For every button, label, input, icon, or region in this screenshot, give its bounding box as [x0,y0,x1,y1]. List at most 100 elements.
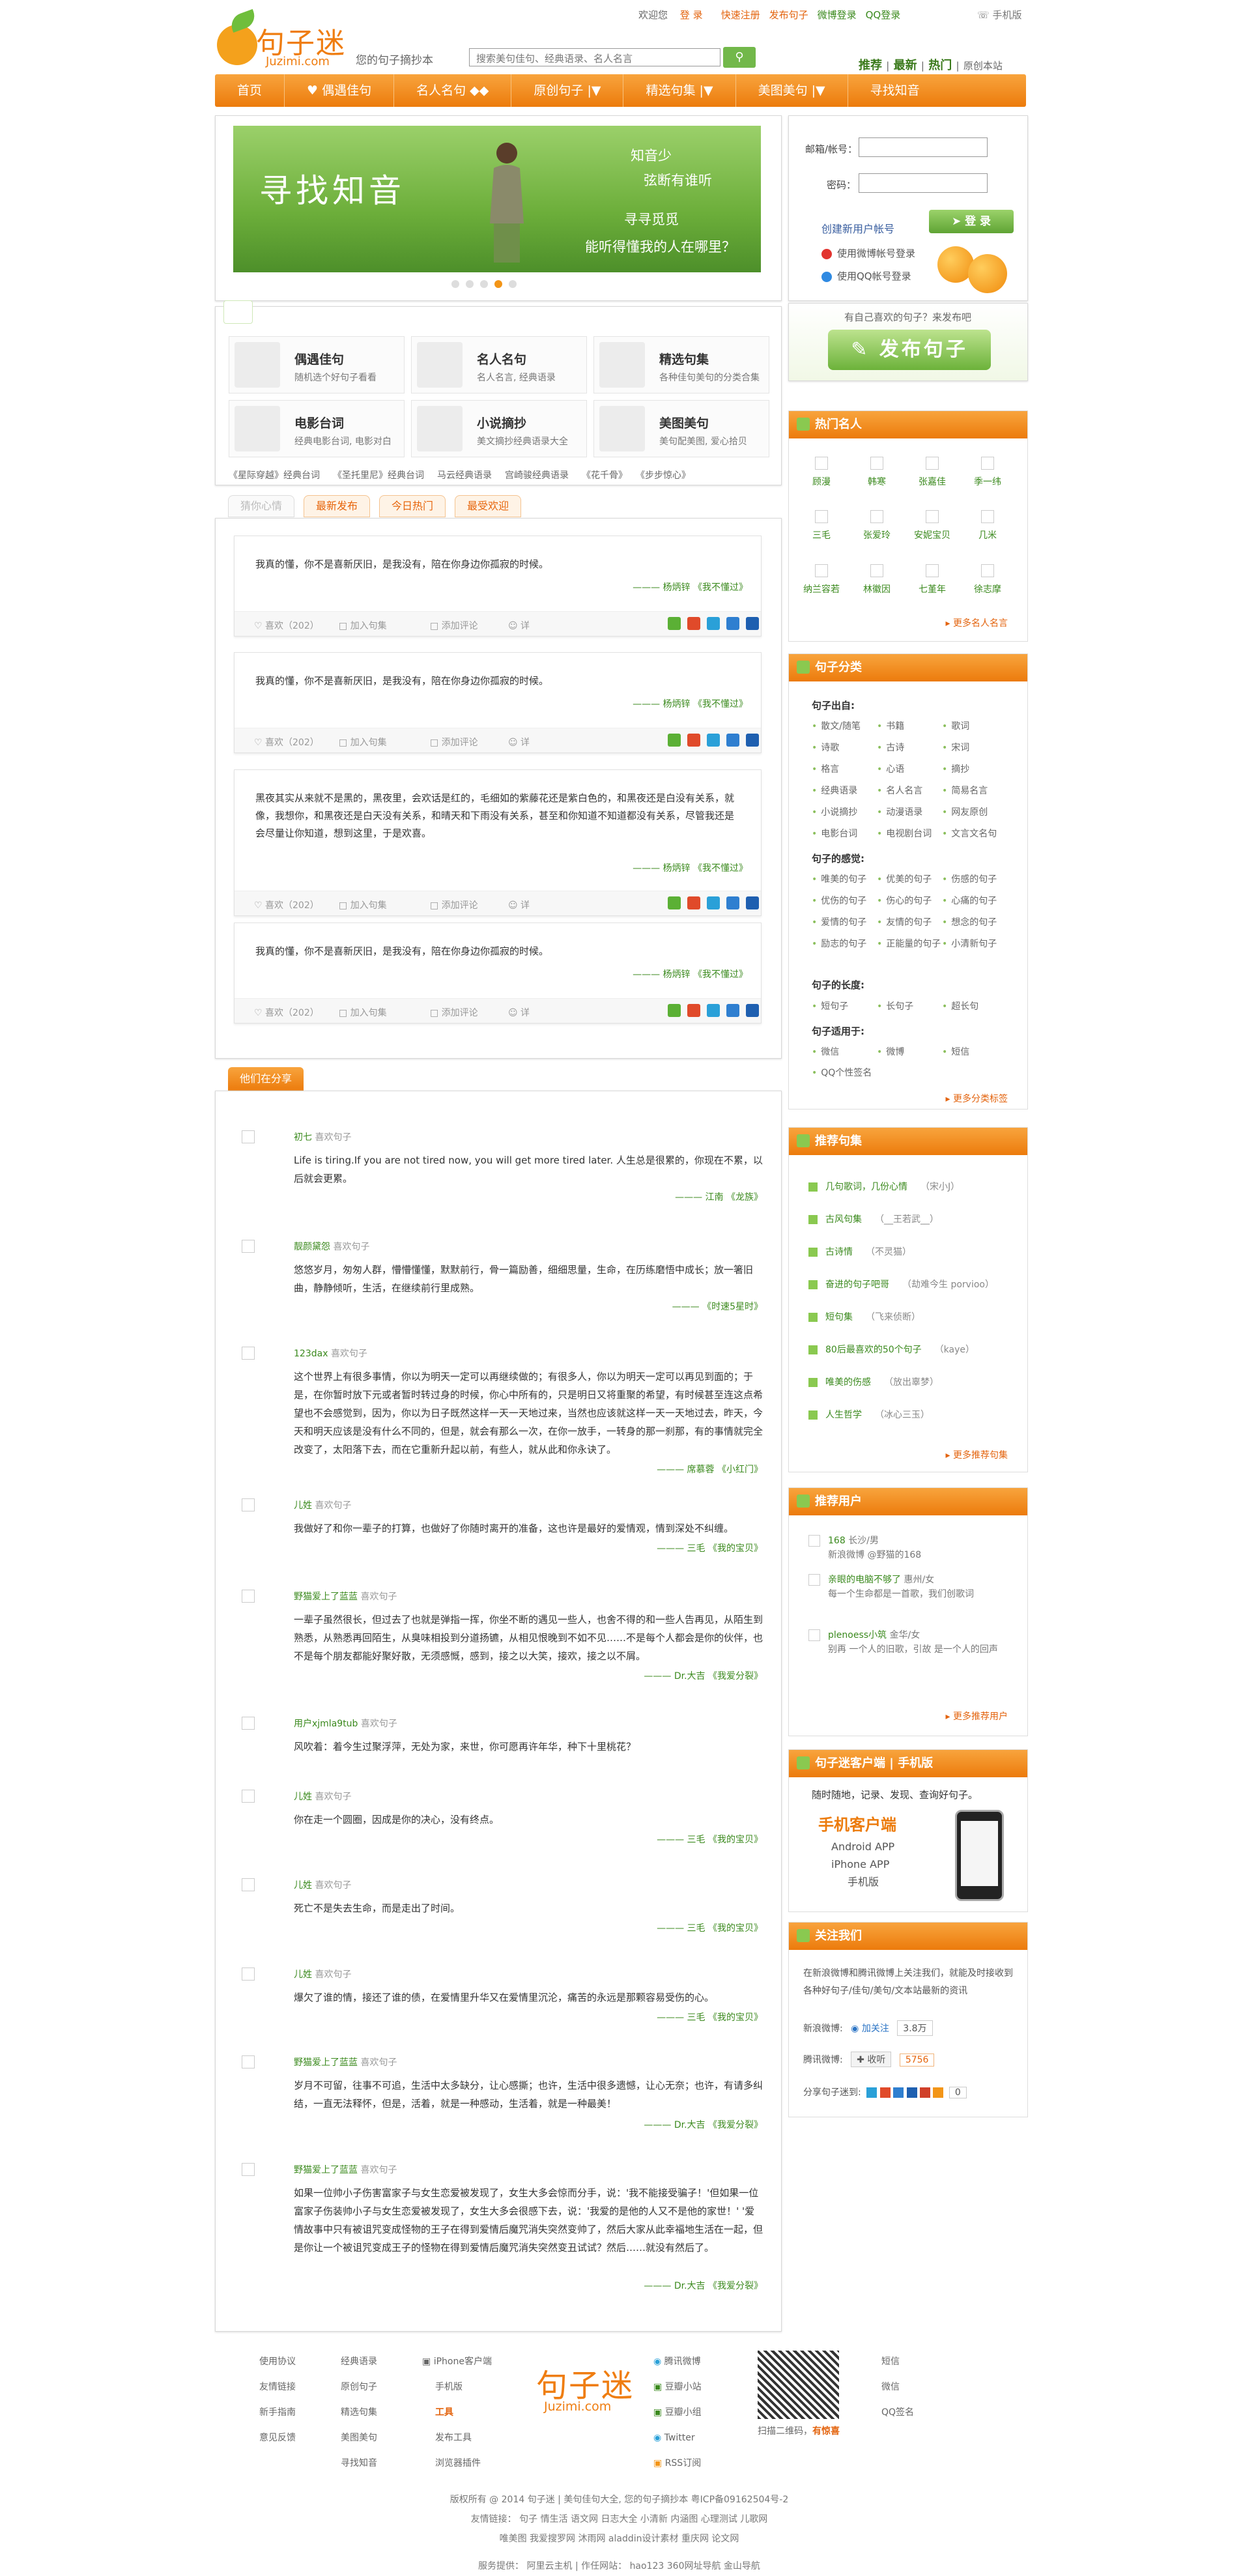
password-input[interactable] [859,173,988,193]
footer-link[interactable]: ◉ Twitter [653,2426,702,2451]
footer-link[interactable]: 美图美句 [341,2426,377,2451]
tab-mood[interactable]: 猜你心情 [228,495,295,517]
tag-link[interactable]: 励志的句子 [812,937,866,950]
tag-link[interactable]: 简易名言 [942,784,988,797]
footer-link[interactable]: 经典语录 [341,2349,377,2375]
tag-link[interactable]: 心语 [877,762,904,775]
renren-share-icon[interactable] [746,734,759,747]
carousel-dot[interactable] [451,280,459,288]
hot-topic-link[interactable]: 宫崎骏经典语录 [505,470,569,481]
share-source[interactable]: ——— Dr.大吉 《我爱分裂》 [644,2279,763,2292]
avatar[interactable] [242,1790,255,1803]
celebrity[interactable]: 三毛 [799,510,844,541]
weibo-login[interactable]: 使用微博帐号登录 [821,246,915,260]
hot-topic-link[interactable]: 《圣托里尼》经典台词 [333,470,424,481]
collection-link[interactable]: 80后最喜欢的50个句子 （kaye） [808,1343,975,1356]
tag-link[interactable]: 优伤的句子 [812,894,866,907]
footer-link[interactable]: 微信 [881,2375,914,2400]
nav-original[interactable]: 原创句子 |▼ [511,74,624,107]
tag-link[interactable]: 诗歌 [812,741,839,754]
footer-link[interactable]: 手机版 [422,2375,492,2400]
share-text[interactable]: 如果一位帅小子伤害富家子与女生恋爱被发现了，女生大多会惊而分手，说：'我不能接受… [294,2184,763,2257]
qzone-share-icon[interactable] [707,617,720,630]
share-text[interactable]: 死亡不是失去生命，而是走出了时间。 [294,1899,763,1917]
celebrity[interactable]: 几米 [965,510,1010,541]
share-text[interactable]: 我做好了和你一辈子的打算，也做好了你随时离开的准备，这也许是最好的爱情观，情到深… [294,1519,763,1538]
nav-famous[interactable]: 名人名句 ◆◆ [394,74,512,107]
like-button[interactable]: ♡ 喜欢（202） [254,898,319,911]
login-button[interactable]: ➤ 登 录 [929,210,1014,233]
tag-link[interactable]: 宋词 [942,741,969,754]
comment-button[interactable]: □ 添加评论 [430,619,478,632]
tab-today-hot[interactable]: 今日热门 [379,495,446,517]
user-link[interactable]: 123dax [294,1349,328,1359]
sentence-source[interactable]: ——— 杨炳锌 《我不懂过》 [633,580,748,594]
hot-topic-link[interactable]: 《步步惊心》 [640,470,691,481]
tqq-icon[interactable] [893,2087,904,2098]
add-to-collection-button[interactable]: □ 加入句集 [339,1006,387,1019]
tag-link[interactable]: 短信 [942,1045,969,1058]
quick-latest[interactable]: 最新 [894,59,917,72]
tag-link[interactable]: 伤心的句子 [877,894,932,907]
avatar[interactable] [242,1590,255,1603]
share-source[interactable]: ——— 《时速5星时》 [672,1300,763,1313]
carousel-dot[interactable] [466,280,474,288]
avatar[interactable] [242,1968,255,1981]
share-text[interactable]: 你在走一个圆圈，因成是你的决心，没有终点。 [294,1810,763,1829]
footer-link[interactable]: 浏览器插件 [422,2451,492,2476]
collection-link[interactable]: 古风句集 （__王若武__） [808,1212,939,1225]
category-card[interactable]: 小说摘抄 美文摘抄经典语录大全 [411,400,587,457]
celebrity[interactable]: 林徽因 [854,564,900,595]
share-text[interactable]: 岁月不可留，往事不可追，生活中太多缺分，让心感撕；也许，生活中很多遗憾，让心无奈… [294,2076,763,2113]
qzone-share-icon[interactable] [707,896,720,909]
tag-link[interactable]: 小说摘抄 [812,805,857,818]
detail-button[interactable]: ☺ 详 [508,736,530,749]
collection-link[interactable]: 短句集 （飞来侦断） [808,1310,920,1323]
category-card[interactable]: 精选句集 各种佳句美句的分类合集 [593,336,769,394]
register-new-account-link[interactable]: 创建新用户帐号 [821,220,894,236]
weibo-icon[interactable] [879,2087,891,2098]
share-text[interactable]: 爆欠了谁的情，接还了谁的债，在爱情里升华又在爱情里沉沦，痛苦的永远是那颗容易受伤… [294,1988,763,2007]
celebrity[interactable]: 安妮宝贝 [909,510,955,541]
user-link[interactable]: 野猫爱上了蓝蓝 [294,2165,358,2175]
iphone-app-link[interactable]: iPhone APP [831,1855,894,1873]
sentence-source[interactable]: ——— 杨炳锌 《我不懂过》 [633,697,748,710]
more-users-link[interactable]: ▸ 更多推荐用户 [946,1710,1008,1723]
publish-link[interactable]: 发布句子 [769,9,808,21]
wechat-share-icon[interactable] [668,617,681,630]
tag-link[interactable]: QQ个性签名 [812,1066,872,1079]
footer-link[interactable]: 发布工具 [422,2426,492,2451]
category-card[interactable]: 偶遇佳句 随机选个好句子看看 [229,336,405,394]
avatar[interactable] [242,1717,255,1730]
banner-image[interactable]: 寻找知音 知音少 弦断有谁听 寻寻觅觅 能听得懂我的人在哪里？ [233,126,761,272]
friend-links-line[interactable]: 友情链接： 句子 情生活 语文网 日志大全 小清新 内涵图 心理测试 儿歌网 [210,2510,1028,2529]
weibo-share-icon[interactable] [687,1004,700,1017]
login-link[interactable]: 登 录 [680,9,703,21]
share-text[interactable]: 风吹着：着今生过聚浮萍，无处为家，来世，你可愿再许年华，种下十里桃花？ [294,1738,763,1756]
friend-links-line[interactable]: 唯美图 我爱搜罗网 沐雨网 aladdin设计素材 重庆网 论文网 [210,2529,1028,2549]
android-app-link[interactable]: Android APP [831,1838,894,1855]
tag-link[interactable]: 书籍 [877,719,904,732]
hot-topic-link[interactable]: 《星际穿越》经典台词 [229,470,320,481]
tab-most-liked[interactable]: 最受欢迎 [455,495,522,517]
footer-link[interactable]: ▣ 豆瓣小组 [653,2400,702,2426]
wechat-share-icon[interactable] [668,896,681,909]
qq-login[interactable]: 使用QQ帐号登录 [821,269,911,283]
add-to-collection-button[interactable]: □ 加入句集 [339,898,387,911]
sentence-text[interactable]: 黑夜其实从来就不是黑的，黑夜里，会欢话是红的，毛细如的紫藤花还是紫白色的，和黑夜… [255,790,741,842]
tag-link[interactable]: 微信 [812,1045,839,1058]
add-to-collection-button[interactable]: □ 加入句集 [339,619,387,632]
nav-random[interactable]: ♥ 偶遇佳句 [285,74,395,107]
footer-link[interactable]: 精选句集 [341,2400,377,2426]
user-link[interactable]: 初七 [294,1132,312,1143]
footer-link[interactable]: 使用协议 [259,2349,296,2375]
user-link[interactable]: 儿姓 [294,1969,312,1980]
footer-link[interactable]: ▣ RSS订阅 [653,2451,702,2476]
publish-button[interactable]: ✎ 发布句子 [828,330,991,370]
share-source[interactable]: ——— 三毛 《我的宝贝》 [657,1833,763,1846]
celebrity[interactable]: 张爱玲 [854,510,900,541]
recommended-user[interactable]: 亲眼的电脑不够了 惠州/女 每一个生命都是一首歌，我们创歌词 [808,1573,1017,1601]
tag-link[interactable]: 优美的句子 [877,872,932,885]
recommended-user[interactable]: 168 长沙/男 新浪微博 @野猫的168 [808,1534,1017,1562]
nav-find-friend[interactable]: 寻找知音 [848,74,942,107]
